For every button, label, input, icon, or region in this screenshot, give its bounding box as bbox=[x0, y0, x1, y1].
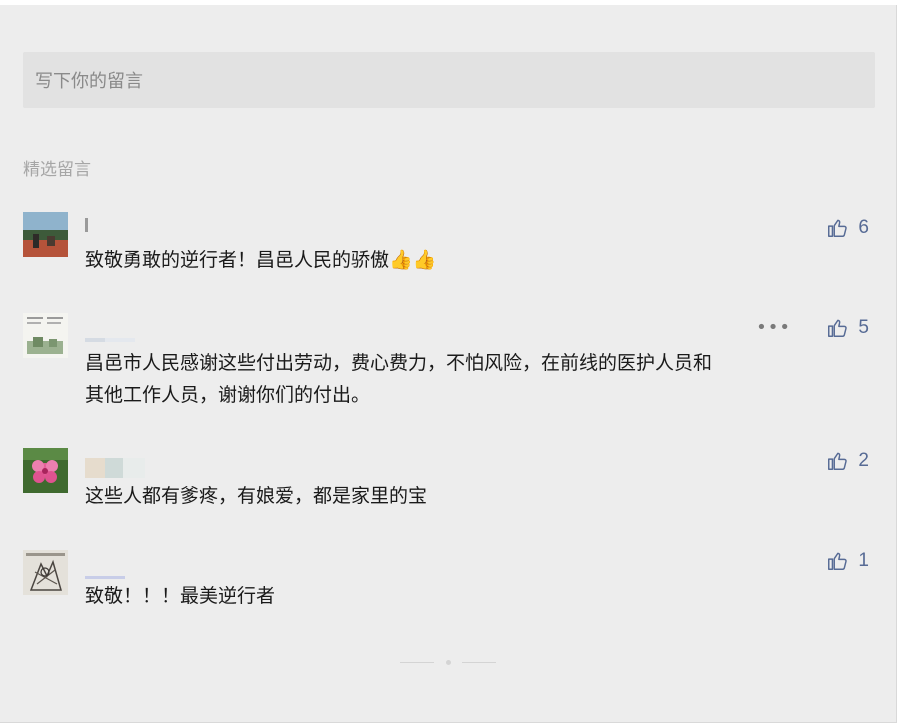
nickname[interactable] bbox=[85, 218, 88, 232]
comment-text: 致敬勇敢的逆行者！昌邑人民的骄傲👍👍 bbox=[85, 249, 437, 271]
comment-text-line: 其他工作人员，谢谢你们的付出。 bbox=[85, 384, 371, 406]
like-count: 2 bbox=[858, 450, 869, 471]
like-button[interactable]: 5 bbox=[826, 317, 869, 339]
like-button[interactable]: 1 bbox=[826, 550, 869, 572]
like-button[interactable]: 6 bbox=[826, 217, 869, 239]
nickname[interactable] bbox=[85, 458, 145, 478]
thumbs-up-icon bbox=[828, 452, 848, 470]
thumbs-up-icon bbox=[828, 219, 848, 237]
like-count: 5 bbox=[858, 317, 869, 338]
comment-item: 致敬勇敢的逆行者！昌邑人民的骄傲👍👍 6 bbox=[23, 212, 875, 282]
like-count: 6 bbox=[858, 217, 869, 238]
avatar[interactable] bbox=[23, 448, 68, 493]
thumbs-up-icon bbox=[828, 319, 848, 337]
thumbs-up-icon bbox=[828, 552, 848, 570]
nickname[interactable] bbox=[85, 333, 135, 347]
comment-text: 昌邑市人民感谢这些付出劳动，费心费力，不怕风险，在前线的医护人员和 其他工作人员… bbox=[85, 347, 875, 411]
comment-text: 致敬！！！最美逆行者 bbox=[85, 585, 276, 607]
more-dots-icon[interactable]: ••• bbox=[756, 317, 791, 338]
comment-text-line: 昌邑市人民感谢这些付出劳动，费心费力，不怕风险，在前线的医护人员和 bbox=[85, 352, 713, 374]
comment-text: 这些人都有爹疼，有娘爱，都是家里的宝 bbox=[85, 485, 428, 507]
avatar[interactable] bbox=[23, 313, 68, 358]
like-count: 1 bbox=[858, 550, 869, 571]
write-comment-placeholder: 写下你的留言 bbox=[35, 71, 143, 92]
avatar[interactable] bbox=[23, 212, 68, 257]
like-button[interactable]: 2 bbox=[826, 450, 869, 472]
comment-item: 昌邑市人民感谢这些付出劳动，费心费力，不怕风险，在前线的医护人员和 其他工作人员… bbox=[23, 313, 875, 413]
write-comment-input[interactable]: 写下你的留言 bbox=[23, 52, 875, 108]
comment-item: 致敬！！！最美逆行者 1 bbox=[23, 550, 875, 620]
comment-item: 这些人都有爹疼，有娘爱，都是家里的宝 2 bbox=[23, 448, 875, 518]
featured-comments-label: 精选留言 bbox=[23, 160, 91, 180]
end-of-list-divider bbox=[400, 660, 500, 666]
comments-panel: 写下你的留言 精选留言 致敬勇敢的逆行者！昌邑人民的骄傲👍👍 6 昌邑市人民感谢… bbox=[0, 5, 897, 723]
avatar[interactable] bbox=[23, 550, 68, 595]
